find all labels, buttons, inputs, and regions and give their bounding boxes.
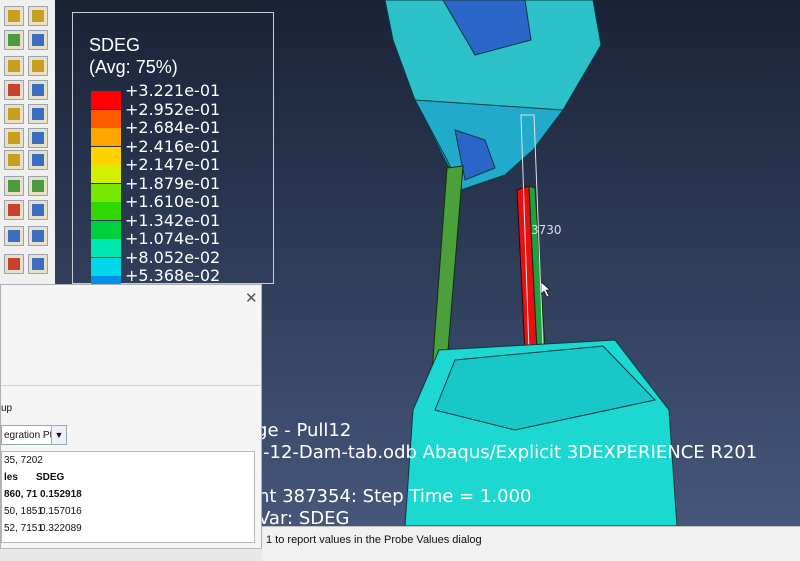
tool-icon [32,84,44,96]
contour-plot-button[interactable] [4,80,24,100]
toolbox-button[interactable] [28,254,48,274]
toolbox-panel [0,0,56,290]
group-label: up [1,403,13,414]
legend-swatch [91,128,121,146]
toolbox-button[interactable] [28,80,48,100]
tool-icon [32,108,44,120]
cursor-icon [541,282,551,298]
cell: 0.322089 [40,523,82,534]
legend-title: SDEG [89,35,141,55]
toolbox-button[interactable] [28,56,48,76]
table-row[interactable]: 52, 7151 0.322089 [2,520,254,537]
legend-level: +1.879e-01 [125,173,221,193]
axis-icon [8,230,20,242]
legend-level: +5.368e-02 [125,266,221,285]
legend-swatch [91,109,121,128]
tool-icon [32,258,44,270]
column-header: les [4,472,18,483]
legend-swatch [91,202,121,220]
legend-swatch [91,183,121,202]
legend-level: +8.052e-02 [125,247,221,267]
probe-element-label: 3730 [531,223,562,237]
tool-icon [8,204,20,216]
toolbox-button[interactable] [4,200,24,220]
probe-values-dialog: ✕ up egration Pt ▼ 35, 7202 les SDEG 860… [0,284,262,560]
toolbox-button[interactable] [4,176,24,196]
tool-icon [8,108,20,120]
table-caption-row: 35, 7202 [2,452,254,469]
toolbox-button[interactable] [4,56,24,76]
tool-icon [32,10,44,22]
table-row[interactable]: 50, 1851 0.157016 [2,503,254,520]
legend-level: +3.221e-01 [125,81,221,100]
legend-swatch [91,220,121,239]
legend-level: +2.147e-01 [125,155,221,174]
toolbox-button[interactable] [28,104,48,124]
cell: 52, 7151 [4,523,43,534]
legend-level: +2.952e-01 [125,99,221,119]
toolbox-button[interactable] [28,30,48,50]
tool-icon [32,154,44,166]
toolbox-button[interactable] [28,150,48,170]
close-button[interactable]: ✕ [245,289,258,307]
table-caption: 35, 7202 [4,455,43,466]
toolbox-button[interactable] [4,30,24,50]
contour-legend: SDEG (Avg: 75%) +3.221e-01 +2.952e-01 +2.6… [72,12,274,294]
toolbox-button[interactable] [4,104,24,124]
probe-position-select[interactable]: egration Pt ▼ [1,425,67,445]
tool-icon [8,154,20,166]
status-text: 1 to report values in the Probe Values d… [266,534,482,546]
info-line: nt 387354: Step Time = 1.000 [258,486,532,507]
contour-icon [8,84,20,96]
legend-swatch [91,257,121,276]
cell: 860, 71 [4,489,38,500]
tool-icon [8,34,20,46]
legend-swatch [91,91,121,109]
chevron-down-icon[interactable]: ▼ [51,426,66,444]
legend-level: +2.416e-01 [125,136,221,156]
tool-icon [8,180,20,192]
tool-icon [32,60,44,72]
legend-swatch [91,239,121,257]
table-header-row: les SDEG [2,469,254,486]
cell: 50, 1851 [4,506,43,517]
tool-icon [32,132,44,144]
toolbox-button[interactable] [28,200,48,220]
cell: 0.152918 [40,489,82,500]
tool-icon [8,60,20,72]
legend-subtitle: (Avg: 75%) [89,57,178,77]
toolbox-button[interactable] [28,226,48,246]
status-bar: 1 to report values in the Probe Values d… [262,526,800,561]
legend-swatch [91,165,121,183]
tool-icon [32,180,44,192]
legend-swatch [91,146,121,165]
legend-level: +2.684e-01 [125,118,221,137]
axis-button[interactable] [4,226,24,246]
toolbox-button[interactable] [28,6,48,26]
tool-icon [32,230,44,242]
column-header: SDEG [36,472,65,483]
info-line: l-12-Dam-tab.odb Abaqus/Explicit 3DEXPER… [258,442,758,463]
toolbox-button[interactable] [4,128,24,148]
legend-level: +1.610e-01 [125,192,221,211]
probe-values-table[interactable]: 35, 7202 les SDEG 860, 71 0.152918 50, 1… [1,451,255,543]
legend-level: +1.074e-01 [125,229,221,248]
toolbox-button[interactable] [28,176,48,196]
toolbox-button[interactable] [28,128,48,148]
legend-level: +1.342e-01 [125,210,221,230]
toolbox-button[interactable] [4,150,24,170]
tool-icon [32,34,44,46]
tool-icon [32,204,44,216]
xy-icon [8,258,20,270]
xy-plot-button[interactable] [4,254,24,274]
divider [1,385,261,386]
cell: 0.157016 [40,506,82,517]
toolbox-button[interactable] [4,6,24,26]
tool-icon [8,132,20,144]
dialog-footer [0,548,262,561]
select-value: egration Pt [4,430,53,441]
table-row[interactable]: 860, 71 0.152918 [2,486,254,503]
tool-icon [8,10,20,22]
